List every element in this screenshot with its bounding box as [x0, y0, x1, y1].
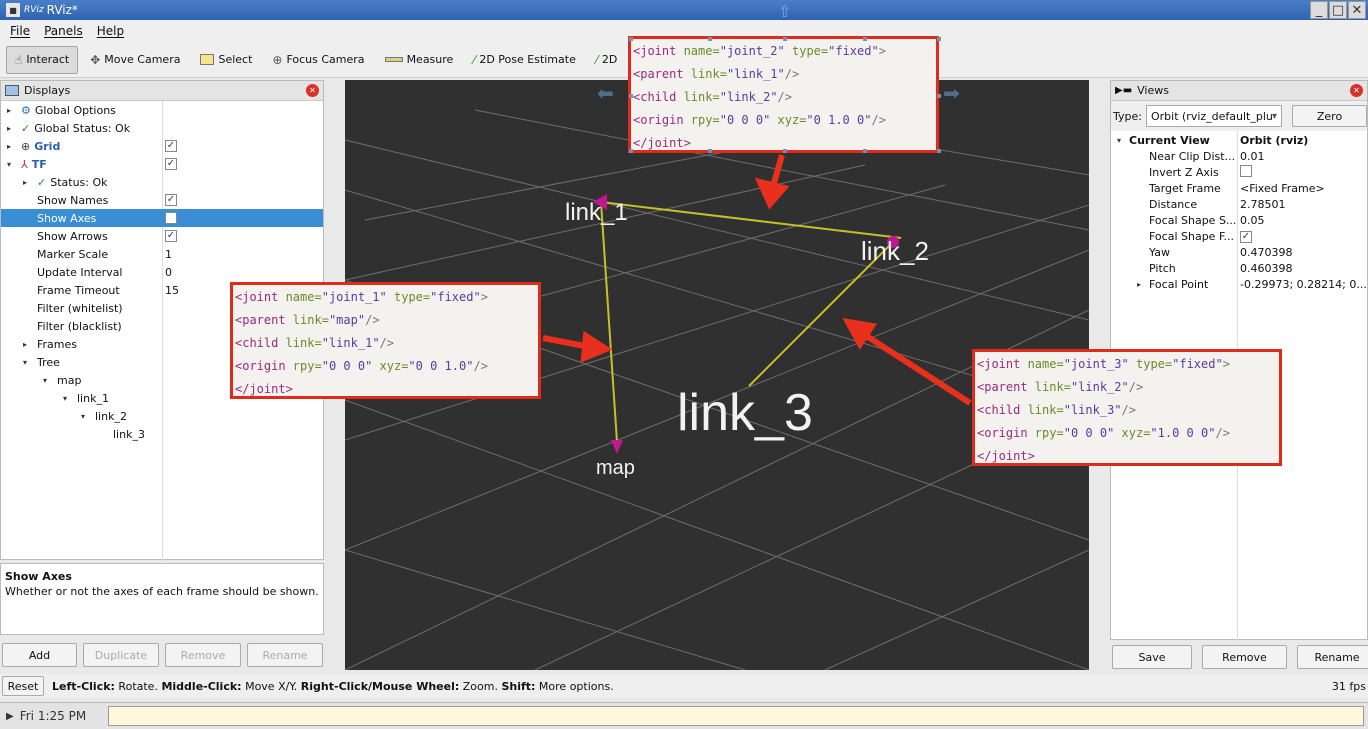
arrow-joint2-head [754, 177, 790, 210]
arrow-joint1-head [580, 330, 613, 363]
annotation-arrows [542, 154, 972, 406]
arrow-joint3 [860, 330, 972, 406]
